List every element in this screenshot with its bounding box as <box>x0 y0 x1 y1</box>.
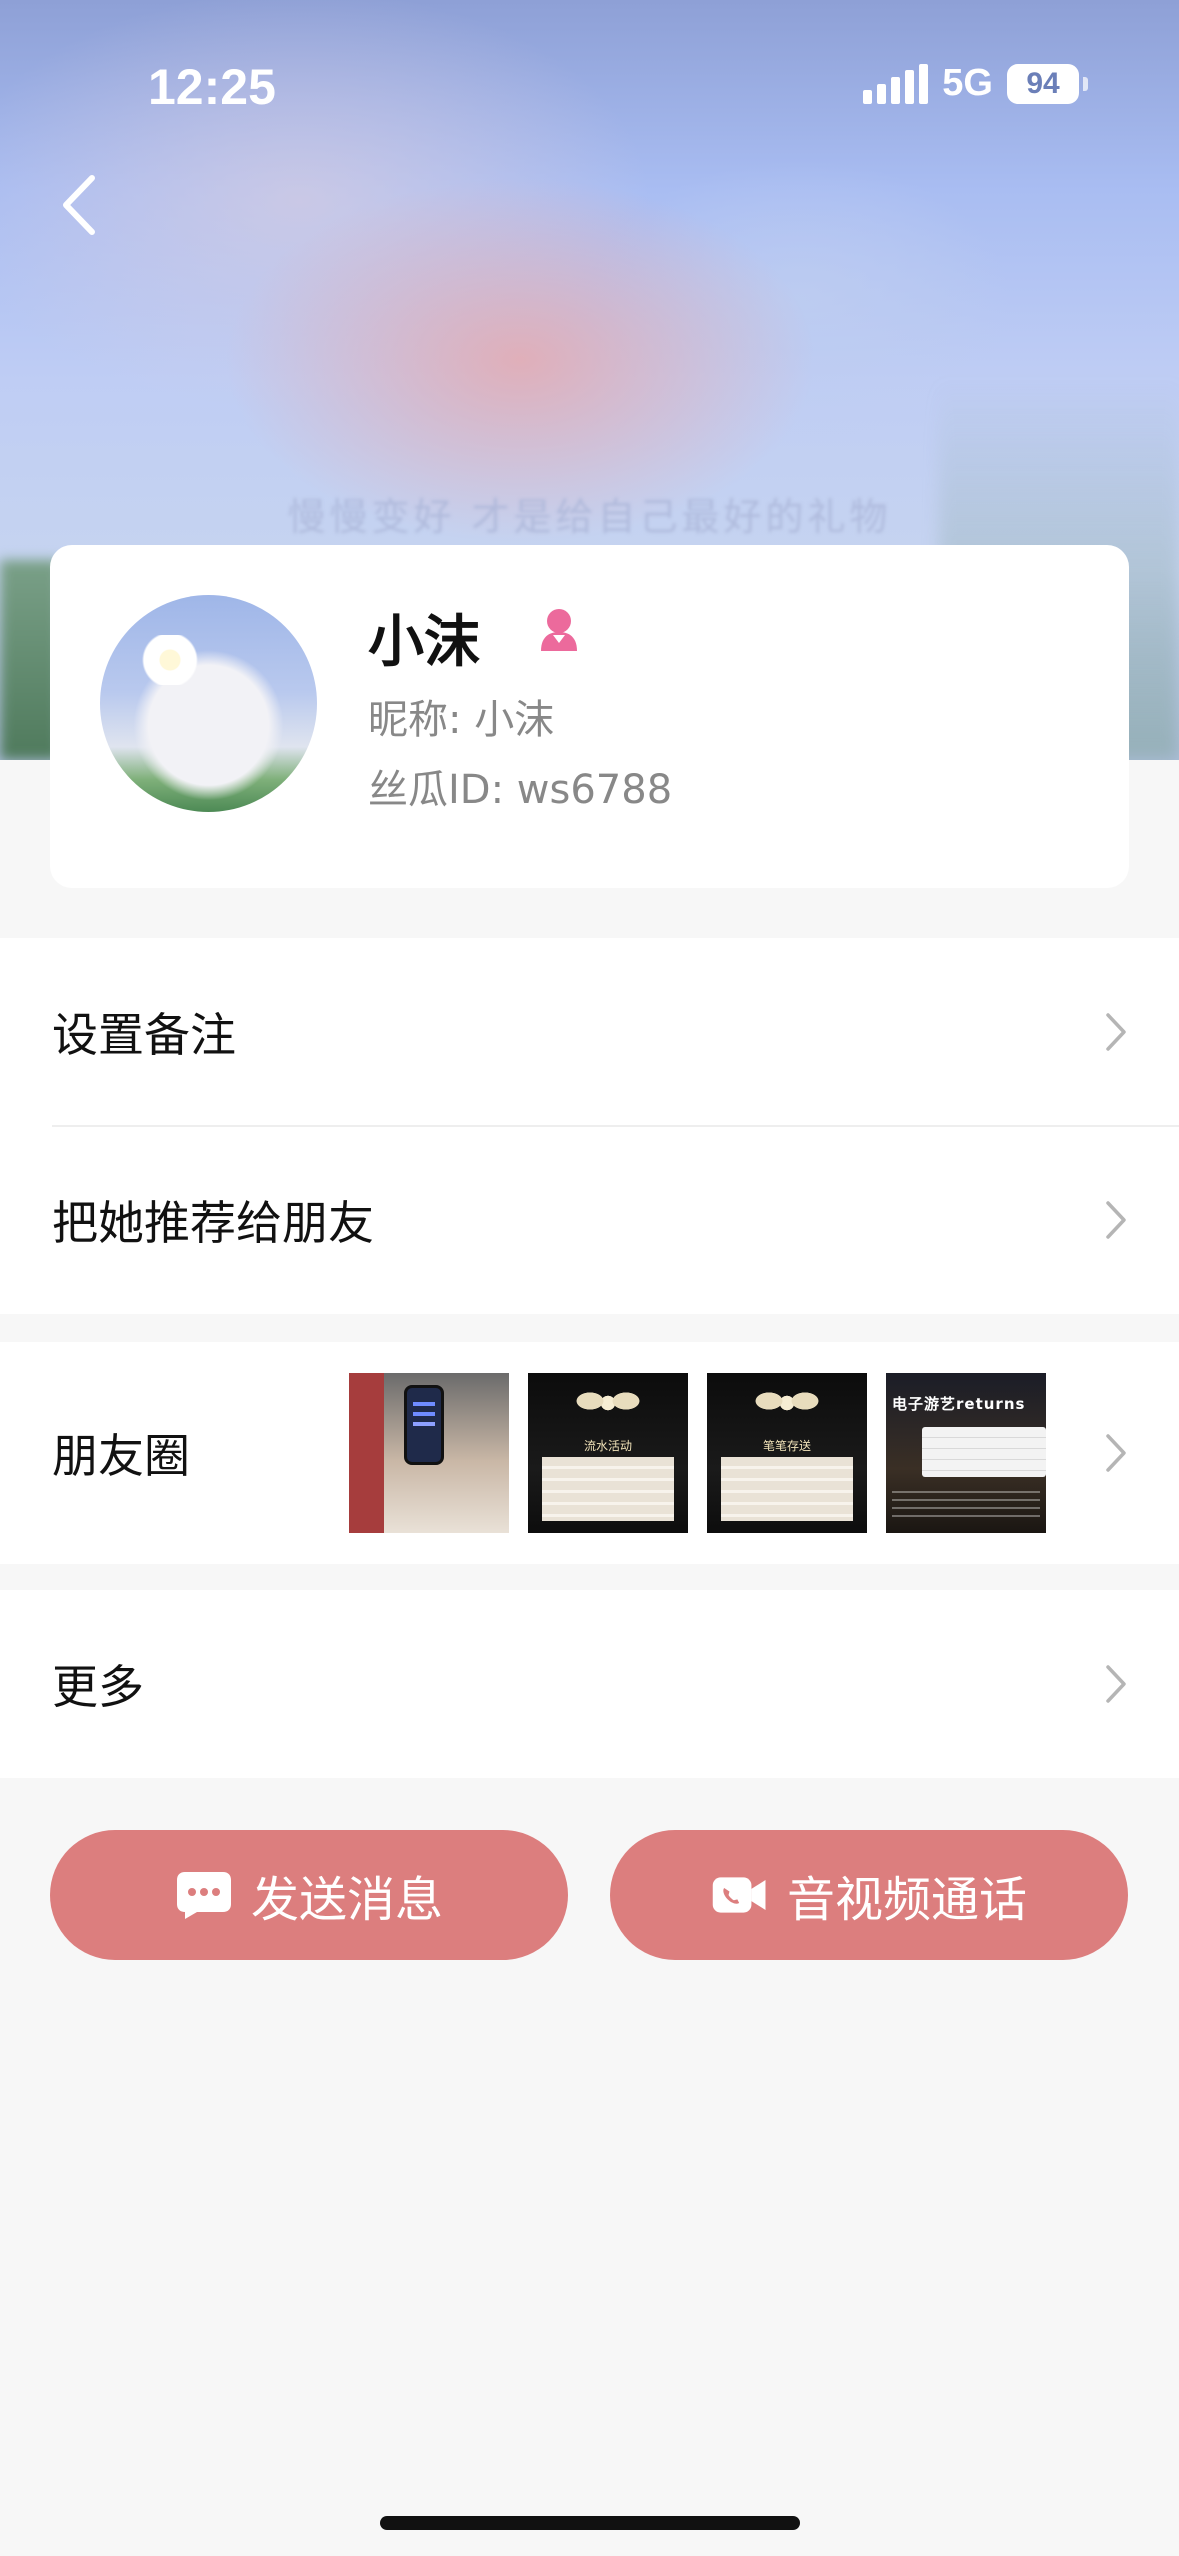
status-icons: 5G 94 <box>863 62 1088 105</box>
thumbnail-title: 流水活动 <box>583 1439 632 1453</box>
contact-actions-section: 设置备注 把她推荐给朋友 <box>0 938 1179 1314</box>
thumbnail-table <box>721 1457 853 1521</box>
thumbnail-table <box>922 1427 1046 1477</box>
avatar-flower <box>140 635 200 685</box>
moments-label: 朋友圈 <box>52 1429 190 1483</box>
moments-section: 朋友圈 流水活动 笔笔存送 电子游艺returns <box>0 1342 1179 1564</box>
profile-nickname: 昵称: 小沫 <box>368 697 555 743</box>
battery-icon: 94 <box>1007 63 1088 104</box>
network-type: 5G <box>942 62 993 104</box>
video-call-icon <box>712 1877 766 1913</box>
av-call-button[interactable]: 音视频通话 <box>610 1830 1128 1960</box>
moments-thumbnail[interactable]: 流水活动 <box>528 1373 688 1533</box>
av-call-label: 音视频通话 <box>786 1872 1027 1928</box>
thumbnail-table <box>542 1457 674 1521</box>
chevron-right-icon <box>1106 1434 1126 1472</box>
profile-name: 小沫 <box>368 610 480 675</box>
battery-level: 94 <box>1026 66 1060 100</box>
more-section: 更多 <box>0 1590 1179 1778</box>
chevron-right-icon <box>1106 1013 1126 1051</box>
status-time: 12:25 <box>148 59 276 115</box>
moments-row[interactable]: 朋友圈 流水活动 笔笔存送 电子游艺returns <box>0 1342 1179 1564</box>
chat-bubble-icon <box>176 1872 231 1919</box>
recommend-friend-row[interactable]: 把她推荐给朋友 <box>0 1126 1179 1314</box>
send-message-label: 发送消息 <box>250 1872 443 1928</box>
chevron-right-icon <box>1106 1201 1126 1239</box>
chevron-right-icon <box>1106 1665 1126 1703</box>
moments-thumbnail[interactable]: 笔笔存送 <box>707 1373 867 1533</box>
more-label: 更多 <box>52 1660 144 1714</box>
thumbnail-title: 笔笔存送 <box>762 1439 811 1453</box>
profile-user-id: 丝瓜ID: ws6788 <box>368 767 673 813</box>
female-gender-icon <box>541 609 577 651</box>
cellular-signal-icon <box>863 63 929 104</box>
gift-bow-graphic <box>568 1379 648 1427</box>
gift-bow-graphic <box>747 1379 827 1427</box>
profile-card: 小沫 昵称: 小沫 丝瓜ID: ws6788 <box>50 545 1129 888</box>
send-message-button[interactable]: 发送消息 <box>50 1830 568 1960</box>
back-chevron-icon[interactable] <box>52 170 112 240</box>
set-remark-label: 设置备注 <box>52 1008 236 1062</box>
avatar[interactable] <box>100 595 317 812</box>
thumbnail-title: 电子游艺returns <box>892 1395 1026 1413</box>
set-remark-row[interactable]: 设置备注 <box>0 938 1179 1126</box>
home-indicator <box>380 2516 800 2530</box>
recommend-friend-label: 把她推荐给朋友 <box>52 1196 374 1250</box>
phone-photo <box>404 1385 444 1465</box>
more-row[interactable]: 更多 <box>0 1590 1179 1778</box>
thumbnail-text <box>892 1491 1040 1517</box>
moments-thumbnail[interactable] <box>349 1373 509 1533</box>
cover-caption: 慢慢变好 才是给自己最好的礼物 <box>287 495 892 539</box>
moments-thumbnail[interactable]: 电子游艺returns <box>886 1373 1046 1533</box>
moments-thumbnails: 流水活动 笔笔存送 电子游艺returns <box>349 1373 1046 1533</box>
